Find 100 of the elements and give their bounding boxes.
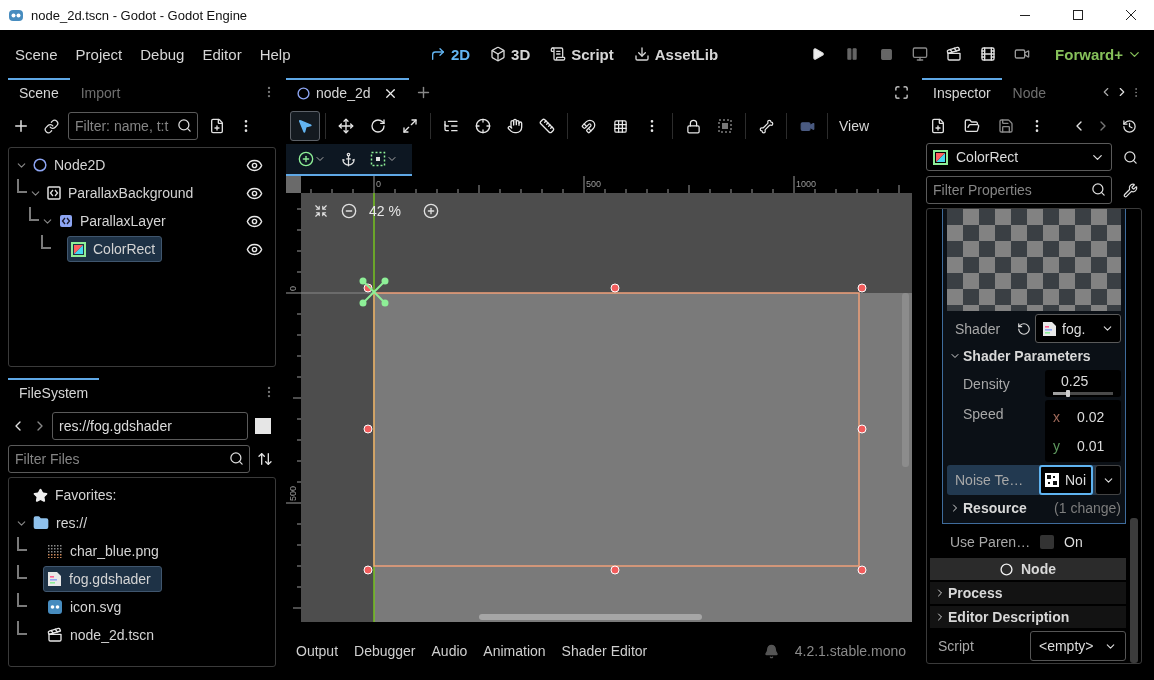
tool-button[interactable]: [290, 111, 320, 141]
menu-item[interactable]: Project: [66, 41, 132, 67]
monitor-icon: [912, 46, 929, 62]
resize-handle[interactable]: [857, 424, 867, 434]
circle-icon: [33, 158, 47, 172]
resize-handle[interactable]: [363, 283, 373, 293]
dock-tab[interactable]: Node: [1001, 78, 1058, 106]
file-item[interactable]: node_2d.tscn: [43, 622, 162, 648]
section-header[interactable]: Process: [930, 582, 1126, 604]
circle-icon: [297, 86, 310, 100]
bottom-panel-tab[interactable]: Audio: [431, 643, 468, 659]
resize-handle[interactable]: [857, 565, 867, 575]
filter-field[interactable]: Filter Properties: [926, 176, 1112, 204]
crosshair-icon: [475, 118, 491, 134]
bottom-panel-tab[interactable]: Animation: [483, 643, 546, 659]
tree-item[interactable]: Node2D: [29, 152, 113, 178]
resize-handle[interactable]: [363, 565, 373, 575]
dock-tab[interactable]: Inspector: [922, 78, 1002, 106]
search-icon: [1122, 149, 1138, 165]
menu-item[interactable]: Debug: [131, 41, 194, 67]
dotted-image-icon: [47, 544, 63, 558]
tree-line: [17, 621, 27, 635]
slider-thumb[interactable]: [1066, 389, 1070, 397]
axes-icon: [429, 46, 446, 62]
bone-icon: [758, 118, 774, 134]
pointer-icon: [297, 118, 313, 134]
resize-handle[interactable]: [857, 283, 867, 293]
dock-tab[interactable]: Scene: [8, 78, 70, 106]
section-header[interactable]: Shader Parameters: [947, 345, 1121, 367]
slider-field[interactable]: 0.25: [1045, 370, 1121, 397]
main-screen-tab[interactable]: Script: [542, 41, 622, 67]
zoom-out-icon: [341, 203, 357, 219]
bell-icon[interactable]: [763, 643, 779, 659]
property-row[interactable]: Noise Te… Noi: [947, 465, 1121, 495]
stop-icon: [879, 47, 893, 61]
circle-icon: [1000, 562, 1013, 576]
dock-tab[interactable]: Import: [69, 78, 132, 106]
shader-selector[interactable]: fog.: [1035, 314, 1121, 343]
script-field[interactable]: <empty>: [1030, 631, 1126, 661]
file-item[interactable]: res://: [29, 510, 95, 536]
filter-field[interactable]: Filter: name, t:t: [68, 112, 198, 140]
filter-field[interactable]: Filter Files: [8, 445, 250, 473]
tree-item[interactable]: ColorRect: [67, 236, 163, 262]
clapperboard-icon: [946, 46, 963, 62]
view-menu[interactable]: View: [833, 118, 876, 134]
axis-label: x: [1053, 408, 1061, 425]
noise-texture-icon: [1045, 473, 1059, 487]
axis-label: y: [1053, 437, 1061, 454]
section-header[interactable]: Editor Description: [930, 606, 1126, 628]
object-selector[interactable]: ColorRect: [926, 143, 1112, 171]
resource-field[interactable]: Noi: [1039, 465, 1093, 495]
property-label: Shader: [955, 320, 1002, 337]
document-tab[interactable]: node_2d: [286, 78, 409, 106]
circle-plus-icon: [298, 151, 314, 167]
tree-item[interactable]: Favorites:: [29, 482, 124, 508]
tree-item[interactable]: ParallaxBackground: [43, 180, 201, 206]
vertical-scrollbar[interactable]: [902, 293, 909, 467]
scrollbar[interactable]: [1130, 518, 1138, 663]
main-screen-tab[interactable]: AssetLib: [625, 41, 727, 67]
checkbox[interactable]: [1040, 535, 1054, 549]
film-icon: [980, 46, 997, 62]
dock-tab[interactable]: FileSystem: [8, 378, 100, 406]
version-label: 4.2.1.stable.mono: [794, 643, 906, 659]
wrench-icon: [1122, 182, 1138, 198]
section-header[interactable]: Resource (1 change): [947, 497, 1121, 519]
play-icon: [811, 47, 826, 61]
maximize-icon: [1073, 10, 1083, 20]
bottom-panel-tab[interactable]: Debugger: [354, 643, 416, 659]
path-field[interactable]: res://fog.gdshader: [52, 412, 248, 440]
file-item[interactable]: fog.gdshader: [43, 566, 162, 592]
ruler-corner: [286, 176, 301, 193]
tree-item[interactable]: ParallaxLayer: [55, 208, 173, 234]
checkbox-label: On: [1064, 534, 1083, 550]
slider-track[interactable]: [1053, 391, 1113, 395]
renderer-dropdown[interactable]: Forward+: [1055, 45, 1142, 63]
revert-icon[interactable]: [1017, 321, 1031, 336]
bottom-panel-tab[interactable]: Output: [296, 643, 339, 659]
pivot-gizmo-icon[interactable]: [359, 277, 389, 307]
bottom-panel-tab[interactable]: Shader Editor: [561, 643, 648, 659]
menu-item[interactable]: Scene: [6, 41, 67, 67]
file-item[interactable]: icon.svg: [43, 594, 129, 620]
menu-item[interactable]: Editor: [193, 41, 251, 67]
vector-field[interactable]: x 0.02 y 0.01: [1045, 400, 1121, 462]
search-icon: [177, 118, 192, 133]
resize-handle[interactable]: [610, 283, 620, 293]
resize-handle[interactable]: [363, 424, 373, 434]
horizontal-scrollbar[interactable]: [479, 614, 702, 620]
search-icon: [229, 451, 244, 466]
resize-handle[interactable]: [610, 565, 620, 575]
main-screen-tab[interactable]: 3D: [482, 41, 539, 67]
scale-icon: [402, 118, 418, 134]
zoom-out-button[interactable]: [339, 201, 359, 221]
file-item[interactable]: char_blue.png: [43, 538, 166, 564]
main-screen-tab[interactable]: 2D: [421, 41, 479, 67]
menu-item[interactable]: Help: [250, 41, 300, 67]
rotate-icon: [370, 118, 386, 134]
folder-icon: [964, 118, 980, 134]
property-label: Density: [963, 375, 1011, 392]
save-icon: [998, 118, 1014, 134]
close-icon: [1126, 10, 1136, 20]
